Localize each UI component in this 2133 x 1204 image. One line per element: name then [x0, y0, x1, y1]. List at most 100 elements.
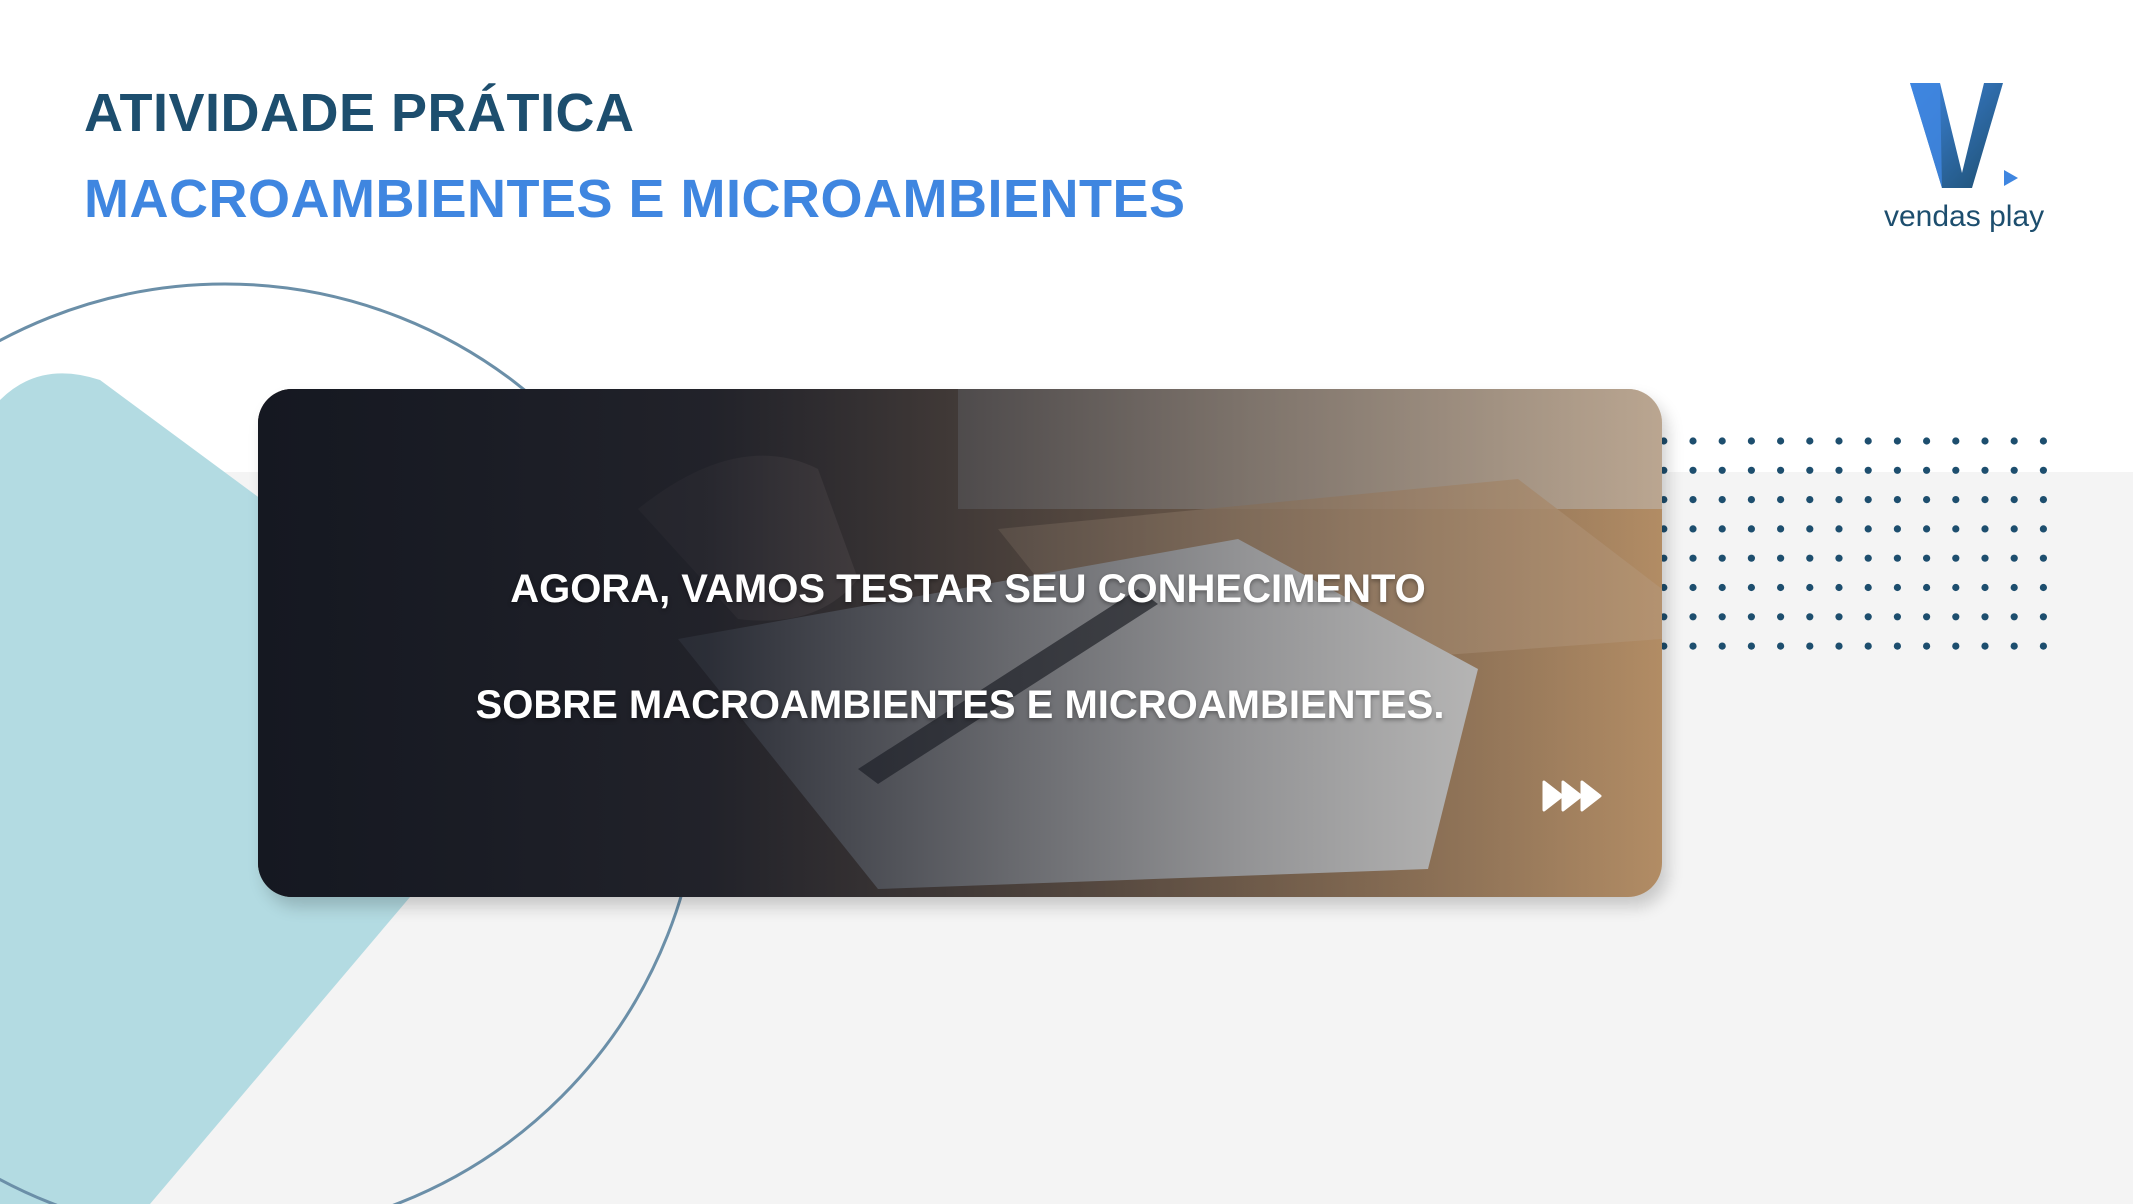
dot	[1777, 496, 1785, 504]
dot	[1981, 583, 1989, 592]
dot	[1718, 437, 1726, 445]
dot	[1864, 466, 1872, 474]
dot	[1747, 613, 1755, 621]
dot	[1835, 437, 1843, 445]
dot	[1835, 496, 1843, 504]
dot	[2039, 525, 2047, 533]
dot	[1689, 642, 1697, 650]
logo-text: vendas play	[1884, 200, 2045, 233]
dot	[2010, 583, 2018, 592]
dot	[1747, 496, 1755, 504]
dot	[1747, 466, 1755, 474]
dot	[1718, 642, 1726, 650]
dot	[1806, 466, 1814, 474]
dot	[1864, 437, 1872, 445]
dot	[1718, 554, 1726, 562]
card-text-line-1: AGORA, VAMOS TESTAR SEU CONHECIMENTO	[510, 567, 1426, 611]
dot	[1806, 437, 1814, 445]
dot	[2039, 466, 2047, 474]
dot	[1893, 613, 1901, 621]
dot	[1923, 466, 1931, 474]
dot	[2039, 642, 2047, 650]
dot	[1893, 437, 1901, 445]
dot	[1952, 642, 1960, 650]
dot	[1864, 642, 1872, 650]
dot	[1981, 554, 1989, 562]
dot	[1981, 642, 1989, 650]
dot	[1923, 583, 1931, 592]
dot	[1923, 642, 1931, 650]
dot	[1952, 466, 1960, 474]
dot	[1952, 583, 1960, 592]
dot	[1952, 437, 1960, 445]
dot	[2010, 496, 2018, 504]
dot	[1864, 613, 1872, 621]
dot	[2010, 642, 2018, 650]
dot	[1806, 554, 1814, 562]
dot	[1864, 583, 1872, 592]
dot	[1718, 613, 1726, 621]
dot	[1952, 613, 1960, 621]
fast-forward-icon[interactable]	[1542, 779, 1604, 813]
dot	[1864, 554, 1872, 562]
dot	[2039, 437, 2047, 445]
dot	[1893, 554, 1901, 562]
dot	[1747, 437, 1755, 445]
dot	[1923, 437, 1931, 445]
dot	[1806, 642, 1814, 650]
dot	[1923, 496, 1931, 504]
dot	[2039, 583, 2047, 592]
dot	[1718, 525, 1726, 533]
dot	[1835, 613, 1843, 621]
dot	[1893, 525, 1901, 533]
dot	[1689, 583, 1697, 592]
dot	[1689, 496, 1697, 504]
dot	[1806, 613, 1814, 621]
page-subtitle: MACROAMBIENTES E MICROAMBIENTES	[84, 169, 1186, 229]
dot	[2010, 554, 2018, 562]
dot	[1981, 525, 1989, 533]
dot	[1747, 554, 1755, 562]
dot	[2010, 437, 2018, 445]
dot	[1923, 613, 1931, 621]
dot	[1893, 466, 1901, 474]
dot	[2039, 613, 2047, 621]
dot	[1777, 642, 1785, 650]
dot	[1777, 437, 1785, 445]
dot	[1835, 583, 1843, 592]
dot	[1689, 466, 1697, 474]
dot	[2010, 466, 2018, 474]
dot	[1747, 525, 1755, 533]
dot	[1718, 496, 1726, 504]
dot	[1777, 466, 1785, 474]
dot	[1689, 613, 1697, 621]
dot	[1893, 496, 1901, 504]
dot	[1952, 554, 1960, 562]
dot	[1864, 496, 1872, 504]
dot	[1981, 437, 1989, 445]
dot	[1923, 554, 1931, 562]
dot	[1806, 525, 1814, 533]
dot	[1952, 496, 1960, 504]
dot	[1718, 466, 1726, 474]
dot	[1864, 525, 1872, 533]
dot	[1952, 525, 1960, 533]
dot	[1718, 583, 1726, 592]
dot	[1835, 554, 1843, 562]
dot	[1923, 525, 1931, 533]
dot	[1981, 613, 1989, 621]
page-title: ATIVIDADE PRÁTICA	[84, 83, 635, 143]
dot	[1893, 642, 1901, 650]
dot	[1981, 466, 1989, 474]
dot	[1777, 554, 1785, 562]
dot	[1835, 642, 1843, 650]
dot	[1806, 583, 1814, 592]
dot	[2010, 525, 2018, 533]
dot	[2010, 613, 2018, 621]
card-text-line-2: SOBRE MACROAMBIENTES E MICROAMBIENTES.	[475, 683, 1445, 727]
dot	[1777, 583, 1785, 592]
card-background-photo	[258, 389, 1662, 897]
dot	[1981, 496, 1989, 504]
dot	[1747, 583, 1755, 592]
dot	[1835, 466, 1843, 474]
